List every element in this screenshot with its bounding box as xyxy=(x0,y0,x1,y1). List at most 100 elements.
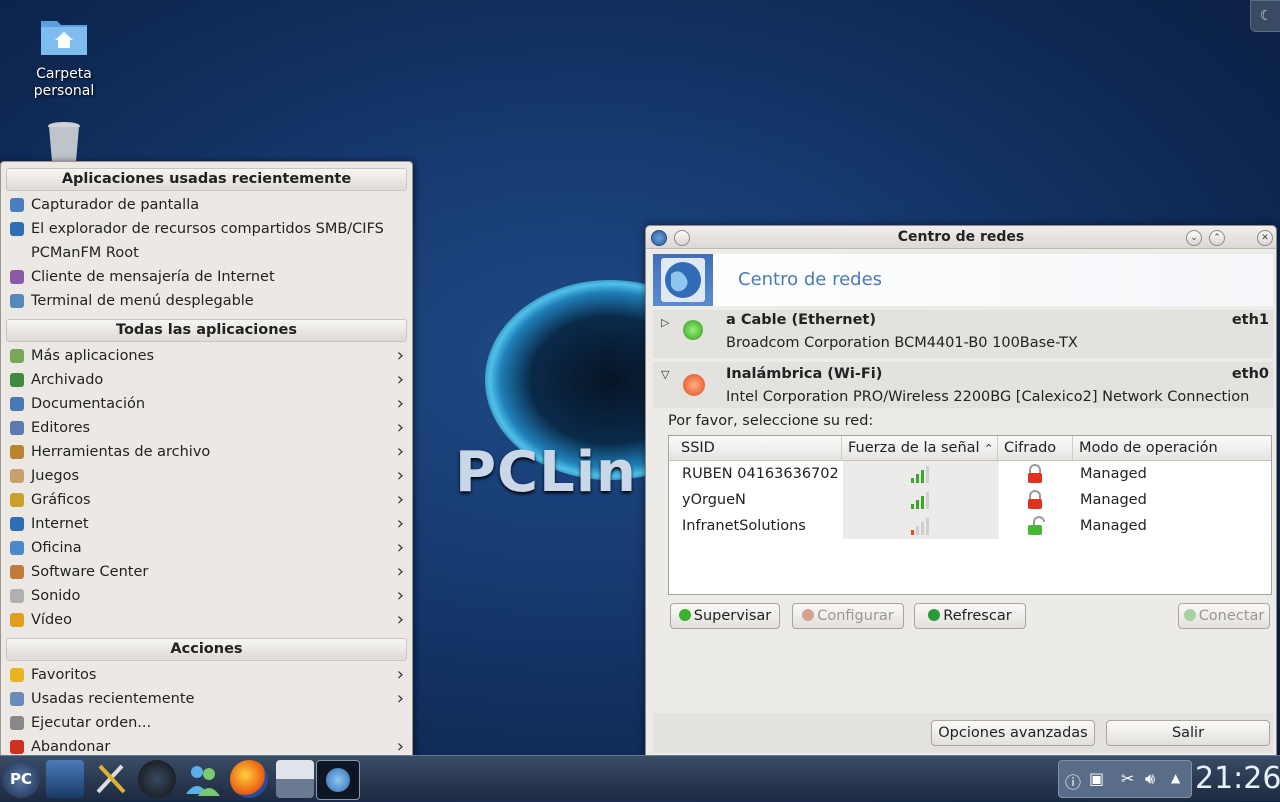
menu-item-label: Documentación xyxy=(31,396,146,412)
menu-item[interactable]: Software Center › xyxy=(1,560,412,584)
wifi-section[interactable]: ▽ Inalámbrica (Wi-Fi) eth0 Intel Corpora… xyxy=(653,362,1273,408)
clipboard-scissors-icon[interactable]: ✂ xyxy=(1121,769,1134,788)
desktop-show-icon[interactable] xyxy=(46,760,84,798)
window-title: Centro de redes xyxy=(897,229,1025,245)
collapse-arrow-icon[interactable]: ▽ xyxy=(661,368,669,381)
conectar-button[interactable]: Conectar xyxy=(1178,603,1270,629)
chevron-right-icon: › xyxy=(396,417,404,438)
menu-item[interactable]: Internet › xyxy=(1,512,412,536)
tray-expand-icon[interactable]: ▲ xyxy=(1171,771,1180,785)
signal-bar xyxy=(921,522,924,535)
chevron-right-icon: › xyxy=(396,489,404,510)
supervisar-button[interactable]: Supervisar xyxy=(670,603,780,629)
menu-item[interactable]: Sonido › xyxy=(1,584,412,608)
menu-item[interactable]: Herramientas de archivo › xyxy=(1,440,412,464)
menu-item[interactable]: Editores › xyxy=(1,416,412,440)
connect-icon xyxy=(1183,609,1196,621)
recent-icon xyxy=(10,692,24,706)
configurar-button[interactable]: Configurar xyxy=(792,603,904,629)
menu-item[interactable]: El explorador de recursos compartidos SM… xyxy=(1,217,412,241)
clock[interactable]: 21:26 xyxy=(1195,756,1280,801)
network-center-task[interactable] xyxy=(316,760,360,800)
ethernet-status-icon xyxy=(683,320,703,340)
chevron-right-icon: › xyxy=(396,441,404,462)
users-icon[interactable] xyxy=(184,760,222,798)
signal-bar xyxy=(926,466,929,483)
supervisar-label: Supervisar xyxy=(693,608,772,624)
ethernet-section[interactable]: ▷ a Cable (Ethernet) eth1 Broadcom Corpo… xyxy=(653,310,1273,358)
desktop-icon-home-folder[interactable]: Carpeta personal xyxy=(19,15,109,100)
ssid-cell: RUBEN 04163636702 xyxy=(682,466,839,482)
menu-item-label: Vídeo xyxy=(31,612,72,628)
column-signal[interactable]: Fuerza de la señal ⌃ xyxy=(841,436,993,461)
window-switcher-icon[interactable] xyxy=(276,760,314,798)
menu-item[interactable]: Ejecutar orden... xyxy=(1,711,412,735)
signal-bar xyxy=(916,500,919,509)
menu-item[interactable]: PCManFM Root xyxy=(1,241,412,265)
menu-item-label: Archivado xyxy=(31,372,104,388)
column-ssid[interactable]: SSID xyxy=(675,436,715,460)
refrescar-button[interactable]: Refrescar xyxy=(914,603,1026,629)
configure-icon xyxy=(802,609,815,621)
table-row[interactable]: RUBEN 04163636702 Managed xyxy=(669,461,1271,487)
pidgin-icon xyxy=(10,270,24,284)
menu-item[interactable]: Terminal de menú desplegable xyxy=(1,289,412,313)
menu-item[interactable]: Archivado › xyxy=(1,368,412,392)
menu-section-header: Aplicaciones usadas recientemente xyxy=(6,168,407,191)
column-encryption[interactable]: Cifrado xyxy=(997,436,1056,460)
menu-item[interactable]: Documentación › xyxy=(1,392,412,416)
internet-icon xyxy=(10,517,24,531)
expand-arrow-icon[interactable]: ▷ xyxy=(661,316,669,329)
start-menu-button[interactable]: PC xyxy=(2,760,40,798)
table-row[interactable]: InfranetSolutions Managed xyxy=(669,513,1271,539)
signal-cell xyxy=(843,513,999,539)
software-center-icon xyxy=(10,565,24,579)
menu-item[interactable]: Cliente de mensajería de Internet xyxy=(1,265,412,289)
signal-cell xyxy=(843,487,999,513)
signal-bar xyxy=(916,474,919,483)
menu-item-label: Herramientas de archivo xyxy=(31,444,211,460)
volume-icon[interactable]: 🔊︎ xyxy=(1145,769,1155,789)
signal-cell xyxy=(843,461,999,487)
advanced-options-button[interactable]: Opciones avanzadas xyxy=(931,720,1095,746)
archive-icon xyxy=(10,373,24,387)
mode-cell: Managed xyxy=(1080,466,1147,482)
menu-item-label: Terminal de menú desplegable xyxy=(31,293,254,309)
table-row[interactable]: yOrgueN Managed xyxy=(669,487,1271,513)
chevron-right-icon: › xyxy=(396,513,404,534)
menu-item[interactable]: Favoritos › xyxy=(1,663,412,687)
networks-table: SSID Fuerza de la señal ⌃ Cifrado Modo d… xyxy=(668,435,1272,595)
menu-item-label: Más aplicaciones xyxy=(31,348,155,364)
menu-item[interactable]: Vídeo › xyxy=(1,608,412,632)
settings-tools-icon[interactable] xyxy=(92,760,130,798)
menu-item[interactable]: Oficina › xyxy=(1,536,412,560)
menu-item-label: Ejecutar orden... xyxy=(31,715,152,731)
menu-item-label: El explorador de recursos compartidos SM… xyxy=(31,221,384,237)
desktop-toolbox-icon[interactable]: ☾ xyxy=(1250,0,1280,32)
close-button[interactable]: ✕ xyxy=(1257,230,1273,246)
menu-item[interactable]: Más aplicaciones › xyxy=(1,344,412,368)
exit-button[interactable]: Salir xyxy=(1106,720,1270,746)
menu-item[interactable]: Capturador de pantalla xyxy=(1,193,412,217)
file-tools-icon xyxy=(10,445,24,459)
signal-bar xyxy=(911,530,914,535)
column-mode[interactable]: Modo de operación xyxy=(1072,436,1218,460)
network-tray-icon[interactable]: ▣ xyxy=(1089,769,1104,788)
refresh-icon xyxy=(928,609,941,621)
menu-item[interactable]: Juegos › xyxy=(1,464,412,488)
window-titlebar[interactable]: Centro de redes ⌄ ⌃ ✕ xyxy=(646,226,1276,249)
minimize-button[interactable]: ⌄ xyxy=(1186,230,1202,246)
chevron-right-icon: › xyxy=(396,393,404,414)
menu-item-label: Oficina xyxy=(31,540,82,556)
network-center-window: Centro de redes ⌄ ⌃ ✕ Centro de redes ▷ … xyxy=(645,225,1277,757)
menu-item[interactable]: Gráficos › xyxy=(1,488,412,512)
desktop-icon-label: personal xyxy=(33,83,95,99)
menu-item[interactable]: Usadas recientemente › xyxy=(1,687,412,711)
system-tools-icon[interactable] xyxy=(138,760,176,798)
info-icon[interactable]: ⓘ xyxy=(1065,769,1081,793)
maximize-button[interactable]: ⌃ xyxy=(1209,230,1225,246)
wifi-description: Intel Corporation PRO/Wireless 2200BG [C… xyxy=(726,389,1250,405)
plus-icon xyxy=(678,609,691,621)
globe-icon xyxy=(10,222,24,236)
firefox-icon[interactable] xyxy=(230,760,268,798)
